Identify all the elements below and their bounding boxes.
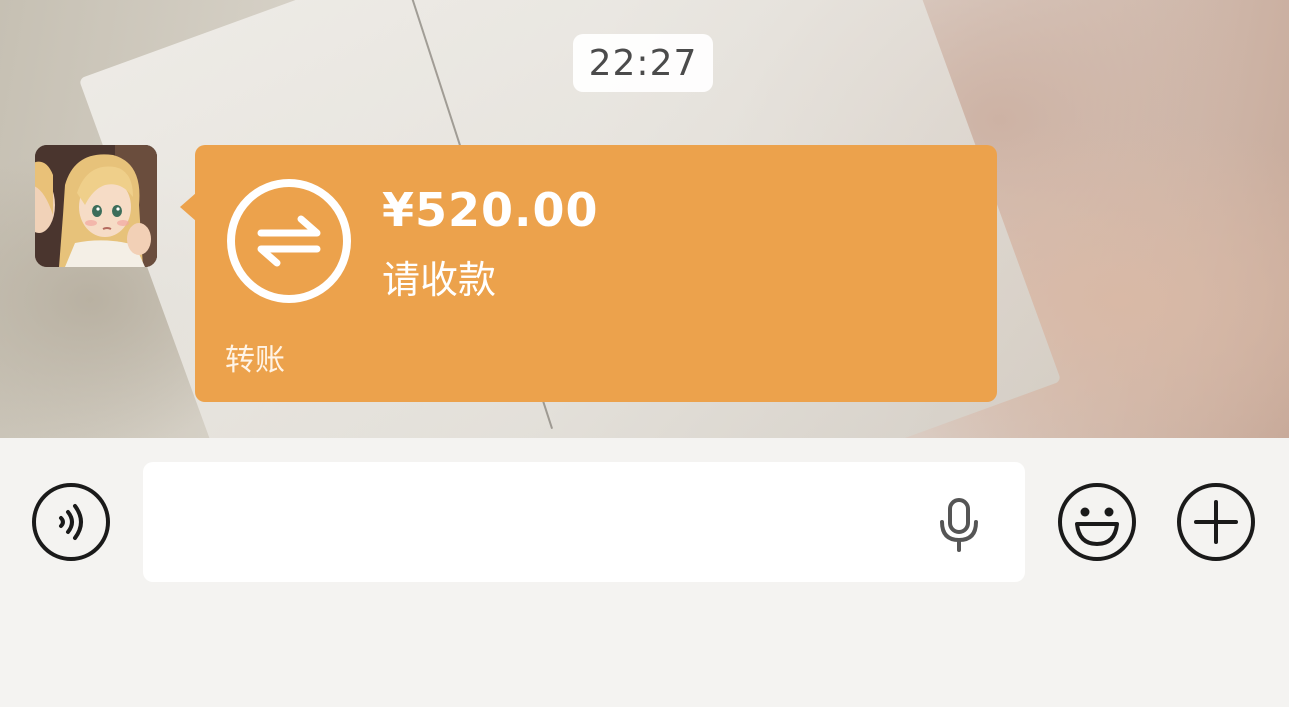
- microphone-icon[interactable]: [937, 498, 981, 552]
- message-input[interactable]: [163, 462, 927, 584]
- transfer-arrows-icon: [227, 179, 351, 303]
- bubble-tail: [180, 193, 196, 221]
- chat-input-bar: [0, 438, 1289, 707]
- transfer-amount: ¥520.00: [382, 183, 599, 237]
- sender-avatar[interactable]: [35, 145, 157, 267]
- plus-circle-icon[interactable]: [1176, 482, 1256, 562]
- chat-message-area[interactable]: 22:27 ¥520.00 请收款 转账: [0, 0, 1289, 438]
- emoji-smile-icon[interactable]: [1057, 482, 1137, 562]
- chat-screen: 22:27 ¥520.00 请收款 转账: [0, 0, 1289, 707]
- transfer-message-bubble[interactable]: ¥520.00 请收款 转账: [195, 145, 997, 402]
- cartoon-girl-avatar-image: [35, 145, 157, 267]
- message-input-box[interactable]: [143, 462, 1025, 584]
- transfer-footer-label: 转账: [225, 343, 285, 378]
- voice-mode-icon[interactable]: [31, 482, 111, 562]
- message-timestamp: 22:27: [573, 34, 713, 92]
- transfer-status-text: 请收款: [382, 258, 497, 302]
